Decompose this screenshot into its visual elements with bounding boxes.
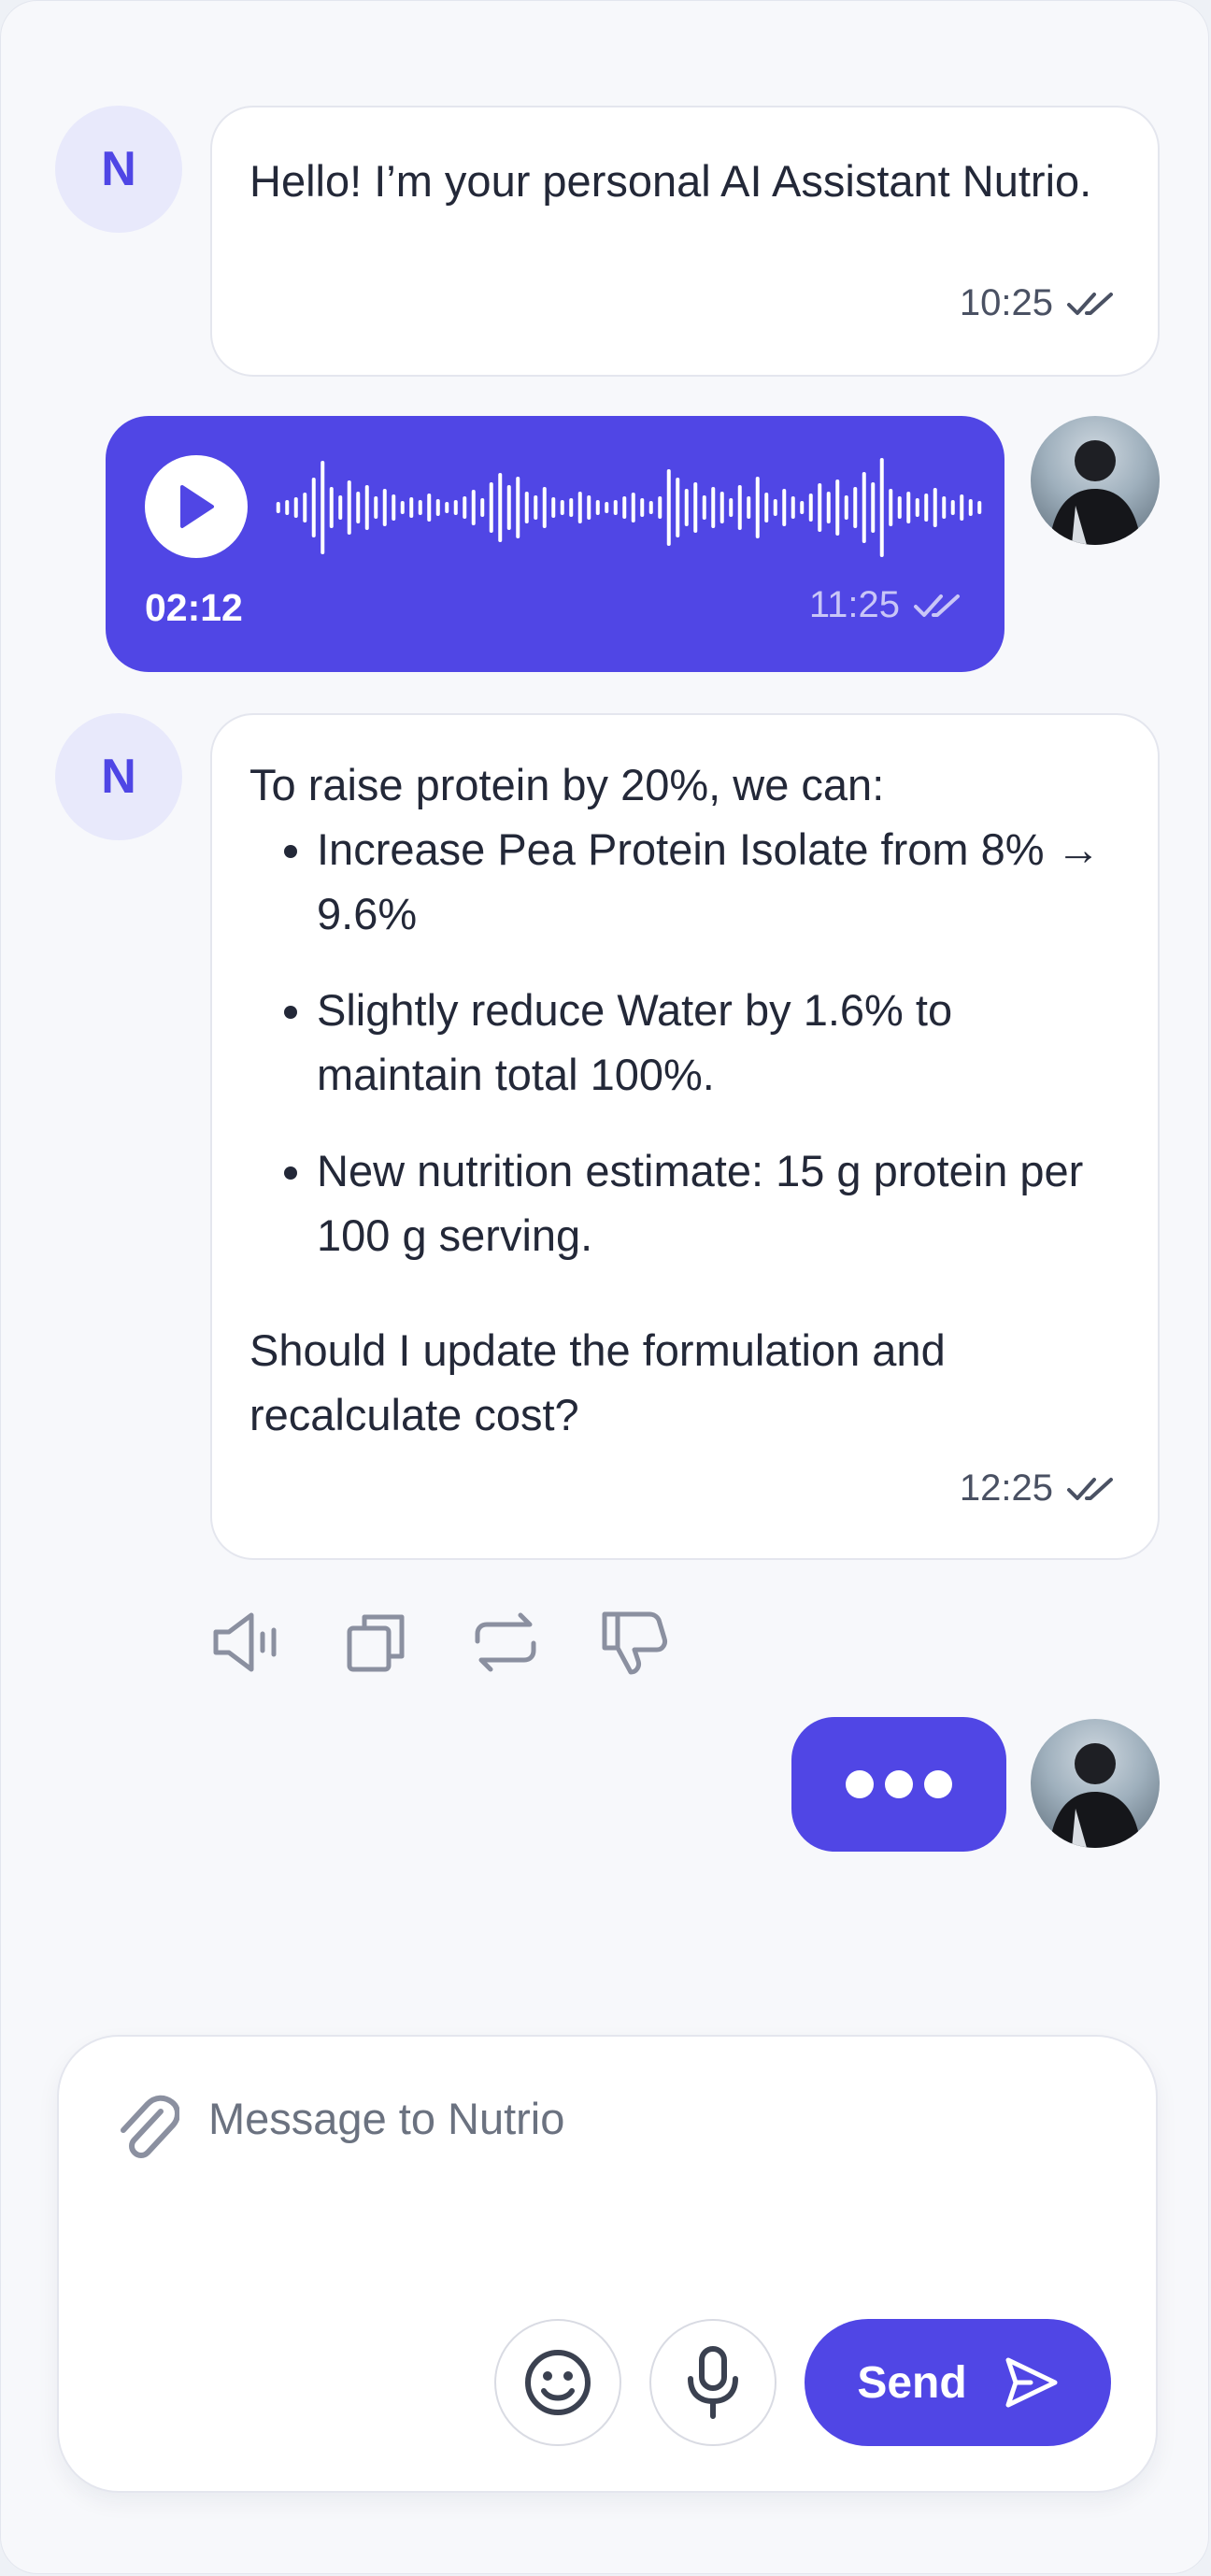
double-check-icon [1067,1477,1113,1500]
send-arrow-icon [1005,2357,1058,2408]
send-label: Send [857,2357,967,2408]
message-time: 11:25 [808,584,900,625]
assistant-avatar: N [55,106,182,233]
list-item: Slightly reduce Water by 1.6% to maintai… [317,978,1120,1107]
voice-record-button[interactable] [649,2319,776,2446]
dislike-button[interactable] [597,1605,672,1680]
message-composer: Message to Nutrio Send [57,2035,1158,2493]
user-avatar [1031,416,1160,545]
assistant-message-bubble: Hello! I’m your personal AI Assistant Nu… [210,106,1160,377]
message-meta: 11:25 [809,584,967,626]
message-text: Hello! I’m your personal AI Assistant Nu… [249,156,1092,206]
assistant-avatar: N [55,713,182,840]
double-check-icon [1067,292,1113,315]
voice-duration: 02:12 [145,586,243,629]
typing-dots [846,1770,952,1798]
voice-message-bubble[interactable]: 02:12 11:25 [106,416,1004,672]
chat-panel: N Hello! I’m your personal AI Assistant … [0,0,1209,2574]
avatar-letter: N [101,750,136,804]
message-actions [210,1605,672,1680]
speaker-icon [213,1612,277,1672]
emoji-button[interactable] [494,2319,621,2446]
user-avatar [1031,1719,1160,1848]
emoji-icon [525,2350,591,2415]
message-time: 12:25 [959,1467,1053,1509]
message-time: 10:25 [959,282,1053,323]
double-check-icon [914,594,960,617]
play-button[interactable] [145,455,248,558]
microphone-icon [688,2346,738,2419]
suggestion-list: Increase Pea Protein Isolate from 8% → 9… [249,817,1120,1267]
copy-icon [347,1614,405,1672]
message-intro: To raise protein by 20%, we can: [249,760,885,809]
assistant-message-bubble: To raise protein by 20%, we can: Increas… [210,713,1160,1560]
waveform[interactable] [274,453,984,562]
copy-button[interactable] [339,1605,414,1680]
thumbs-down-icon [602,1611,667,1675]
message-meta: 12:25 [960,1456,1120,1521]
regenerate-icon [475,1612,536,1672]
avatar-letter: N [101,142,136,196]
read-aloud-button[interactable] [210,1605,285,1680]
play-icon [180,485,214,528]
paperclip-icon [121,2095,179,2158]
regenerate-button[interactable] [468,1605,543,1680]
attach-button[interactable] [109,2093,184,2168]
send-button[interactable]: Send [805,2319,1111,2446]
message-meta: 10:25 [960,271,1120,336]
list-item: Increase Pea Protein Isolate from 8% → 9… [317,817,1120,946]
typing-indicator [791,1717,1006,1852]
message-question: Should I update the formulation and reca… [249,1325,946,1439]
list-item: New nutrition estimate: 15 g protein per… [317,1138,1120,1267]
message-input[interactable]: Message to Nutrio [208,2093,564,2144]
